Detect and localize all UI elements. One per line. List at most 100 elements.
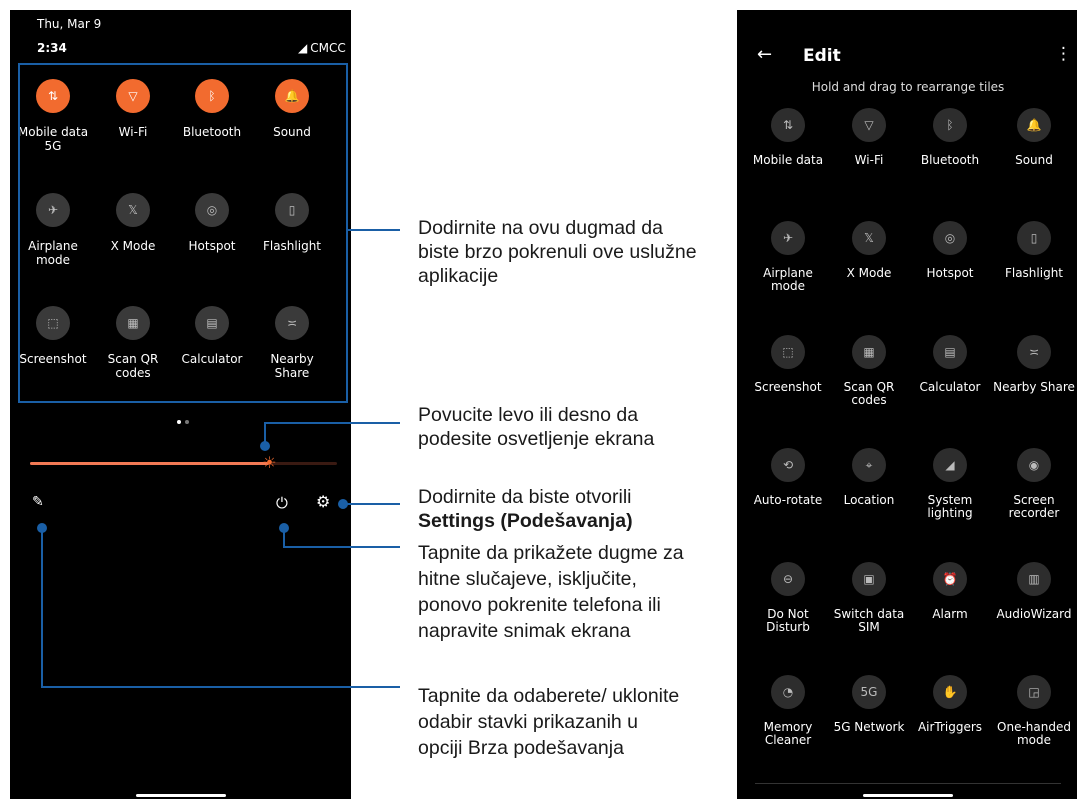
edit-tile-flashlight[interactable]: ▯ Flashlight xyxy=(993,221,1075,280)
edit-tile-calculator[interactable]: ▤ Calculator xyxy=(909,335,991,394)
status-date: Thu, Mar 9 xyxy=(37,17,102,31)
edit-tile-nearby-share[interactable]: ≍ Nearby Share xyxy=(993,335,1075,394)
edit-tile-wifi[interactable]: ▽ Wi-Fi xyxy=(828,108,910,167)
drag-hint: Hold and drag to rearrange tiles xyxy=(811,80,1005,94)
overflow-menu-icon[interactable]: ⋮ xyxy=(1055,44,1072,64)
edit-tile-label: One-handed mode xyxy=(997,720,1071,747)
airplane-icon: ✈ xyxy=(771,221,805,255)
bell-icon: 🔔 xyxy=(1017,108,1051,142)
edit-tile-label: AudioWizard xyxy=(996,607,1072,621)
edit-tile-location[interactable]: ⌖ Location xyxy=(828,448,910,507)
callout-line-edit-v xyxy=(41,530,43,688)
edit-tile-auto-rotate[interactable]: ⟲ Auto-rotate xyxy=(747,448,829,507)
edit-tile-label: X Mode xyxy=(846,266,892,280)
hotspot-icon: ◎ xyxy=(933,221,967,255)
home-indicator xyxy=(863,794,953,797)
flashlight-icon: ▯ xyxy=(1017,221,1051,255)
edit-tile-hotspot[interactable]: ◎ Hotspot xyxy=(909,221,991,280)
sim-icon: ▣ xyxy=(852,562,886,596)
callout-line-brightness-h xyxy=(264,422,400,424)
edit-tile-sim[interactable]: ▣ Switch data SIM xyxy=(828,562,910,634)
callout-edit: Tapnite da odaberete/ uklonite odabir st… xyxy=(418,685,680,759)
edit-tile-airtriggers[interactable]: ✋ AirTriggers xyxy=(909,675,991,734)
page-dot-active xyxy=(177,420,181,424)
edit-tile-system-lighting[interactable]: ◢ System lighting xyxy=(909,448,991,520)
callout-line-edit-h xyxy=(41,686,400,688)
edit-tile-label: Flashlight xyxy=(1004,266,1064,280)
edit-tile-label: AirTriggers xyxy=(917,720,983,734)
edit-tile-label: Screenshot xyxy=(754,380,822,394)
edit-tile-label: Airplane mode xyxy=(763,266,813,293)
brightness-slider[interactable]: ☀ xyxy=(30,454,337,472)
edit-tile-audiowizard[interactable]: ▥ AudioWizard xyxy=(993,562,1075,621)
airtriggers-icon: ✋ xyxy=(933,675,967,709)
callout-settings: Dodirnite da biste otvorili Settings (Po… xyxy=(418,485,718,533)
edit-tile-label: Hotspot xyxy=(926,266,974,280)
edit-tile-label: System lighting xyxy=(927,493,973,520)
edit-tile-label: Sound xyxy=(1015,153,1053,167)
edit-tile-label: Location xyxy=(843,493,895,507)
edit-tile-x-mode[interactable]: 𝕏 X Mode xyxy=(828,221,910,280)
edit-tile-5g-network[interactable]: 5G 5G Network xyxy=(828,675,910,734)
edit-tile-label: Mobile data xyxy=(752,153,824,167)
edit-tile-bluetooth[interactable]: ᛒ Bluetooth xyxy=(909,108,991,167)
wifi-icon: ▽ xyxy=(852,108,886,142)
edit-tile-label: Bluetooth xyxy=(920,153,980,167)
edit-tile-label: Scan QR codes xyxy=(843,380,895,407)
callout-tiles: Dodirnite na ovu dugmad da biste brzo po… xyxy=(418,217,697,287)
status-time: 2:34 xyxy=(37,41,67,55)
nearby-share-icon: ≍ xyxy=(1017,335,1051,369)
edit-tile-screen-recorder[interactable]: ◉ Screen recorder xyxy=(993,448,1075,520)
edit-tile-alarm[interactable]: ⏰ Alarm xyxy=(909,562,991,621)
mobile-data-icon: ⇅ xyxy=(771,108,805,142)
edit-tile-label: Calculator xyxy=(919,380,981,394)
callout-line-settings xyxy=(346,503,400,505)
callout-line-tiles xyxy=(348,229,400,231)
edit-tile-label: Auto-rotate xyxy=(753,493,823,507)
screen-recorder-icon: ◉ xyxy=(1017,448,1051,482)
edit-tile-memory-cleaner[interactable]: ◔ Memory Cleaner xyxy=(747,675,829,747)
page-dot xyxy=(185,420,189,424)
edit-pencil-icon[interactable]: ✎ xyxy=(32,494,44,510)
back-arrow-icon[interactable]: ← xyxy=(757,44,772,65)
edit-tile-do-not-disturb[interactable]: ⊖ Do Not Disturb xyxy=(747,562,829,634)
edit-tile-label: Nearby Share xyxy=(993,380,1075,394)
screenshot-icon: ⬚ xyxy=(771,335,805,369)
edit-tile-label: Alarm xyxy=(932,607,968,621)
edit-tile-one-handed[interactable]: ◲ One-handed mode xyxy=(993,675,1075,747)
callout-line-power-h xyxy=(283,546,400,548)
edit-tile-mobile-data[interactable]: ⇅ Mobile data xyxy=(747,108,829,167)
settings-gear-icon[interactable]: ⚙ xyxy=(316,492,330,511)
divider xyxy=(755,783,1061,784)
edit-tiles-phone: ← Edit ⋮ Hold and drag to rearrange tile… xyxy=(737,10,1077,799)
home-indicator xyxy=(136,794,226,797)
edit-tile-airplane[interactable]: ✈ Airplane mode xyxy=(747,221,829,293)
system-lighting-icon: ◢ xyxy=(933,448,967,482)
brightness-sun-icon[interactable]: ☀ xyxy=(260,454,278,472)
edit-tile-label: Wi-Fi xyxy=(854,153,884,167)
location-icon: ⌖ xyxy=(852,448,886,482)
callout-brightness: Povucite levo ili desno da podesite osve… xyxy=(418,404,655,450)
one-handed-icon: ◲ xyxy=(1017,675,1051,709)
do-not-disturb-icon: ⊖ xyxy=(771,562,805,596)
memory-cleaner-icon: ◔ xyxy=(771,675,805,709)
callout-settings-bold: Settings (Podešavanja) xyxy=(418,510,633,532)
edit-tile-qr-code[interactable]: ▦ Scan QR codes xyxy=(828,335,910,407)
page-indicator xyxy=(177,420,189,424)
edit-tile-screenshot[interactable]: ⬚ Screenshot xyxy=(747,335,829,394)
callout-settings-text: Dodirnite da biste otvorili xyxy=(418,486,632,508)
edit-tile-label: Do Not Disturb xyxy=(766,607,810,634)
callout-power: Tapnite da prikažete dugme za hitne sluč… xyxy=(418,542,684,642)
status-signal: ◢ CMCC xyxy=(298,41,346,55)
tiles-highlight-box xyxy=(18,63,348,403)
callout-line-brightness-v xyxy=(264,422,266,444)
edit-title: Edit xyxy=(803,46,841,66)
x-mode-icon: 𝕏 xyxy=(852,221,886,255)
power-icon[interactable]: ⏻ xyxy=(276,494,288,512)
calculator-icon: ▤ xyxy=(933,335,967,369)
carrier-label: CMCC xyxy=(310,41,346,55)
brightness-fill xyxy=(30,462,270,465)
edit-tile-bell[interactable]: 🔔 Sound xyxy=(993,108,1075,167)
bluetooth-icon: ᛒ xyxy=(933,108,967,142)
edit-tile-label: 5G Network xyxy=(833,720,905,734)
